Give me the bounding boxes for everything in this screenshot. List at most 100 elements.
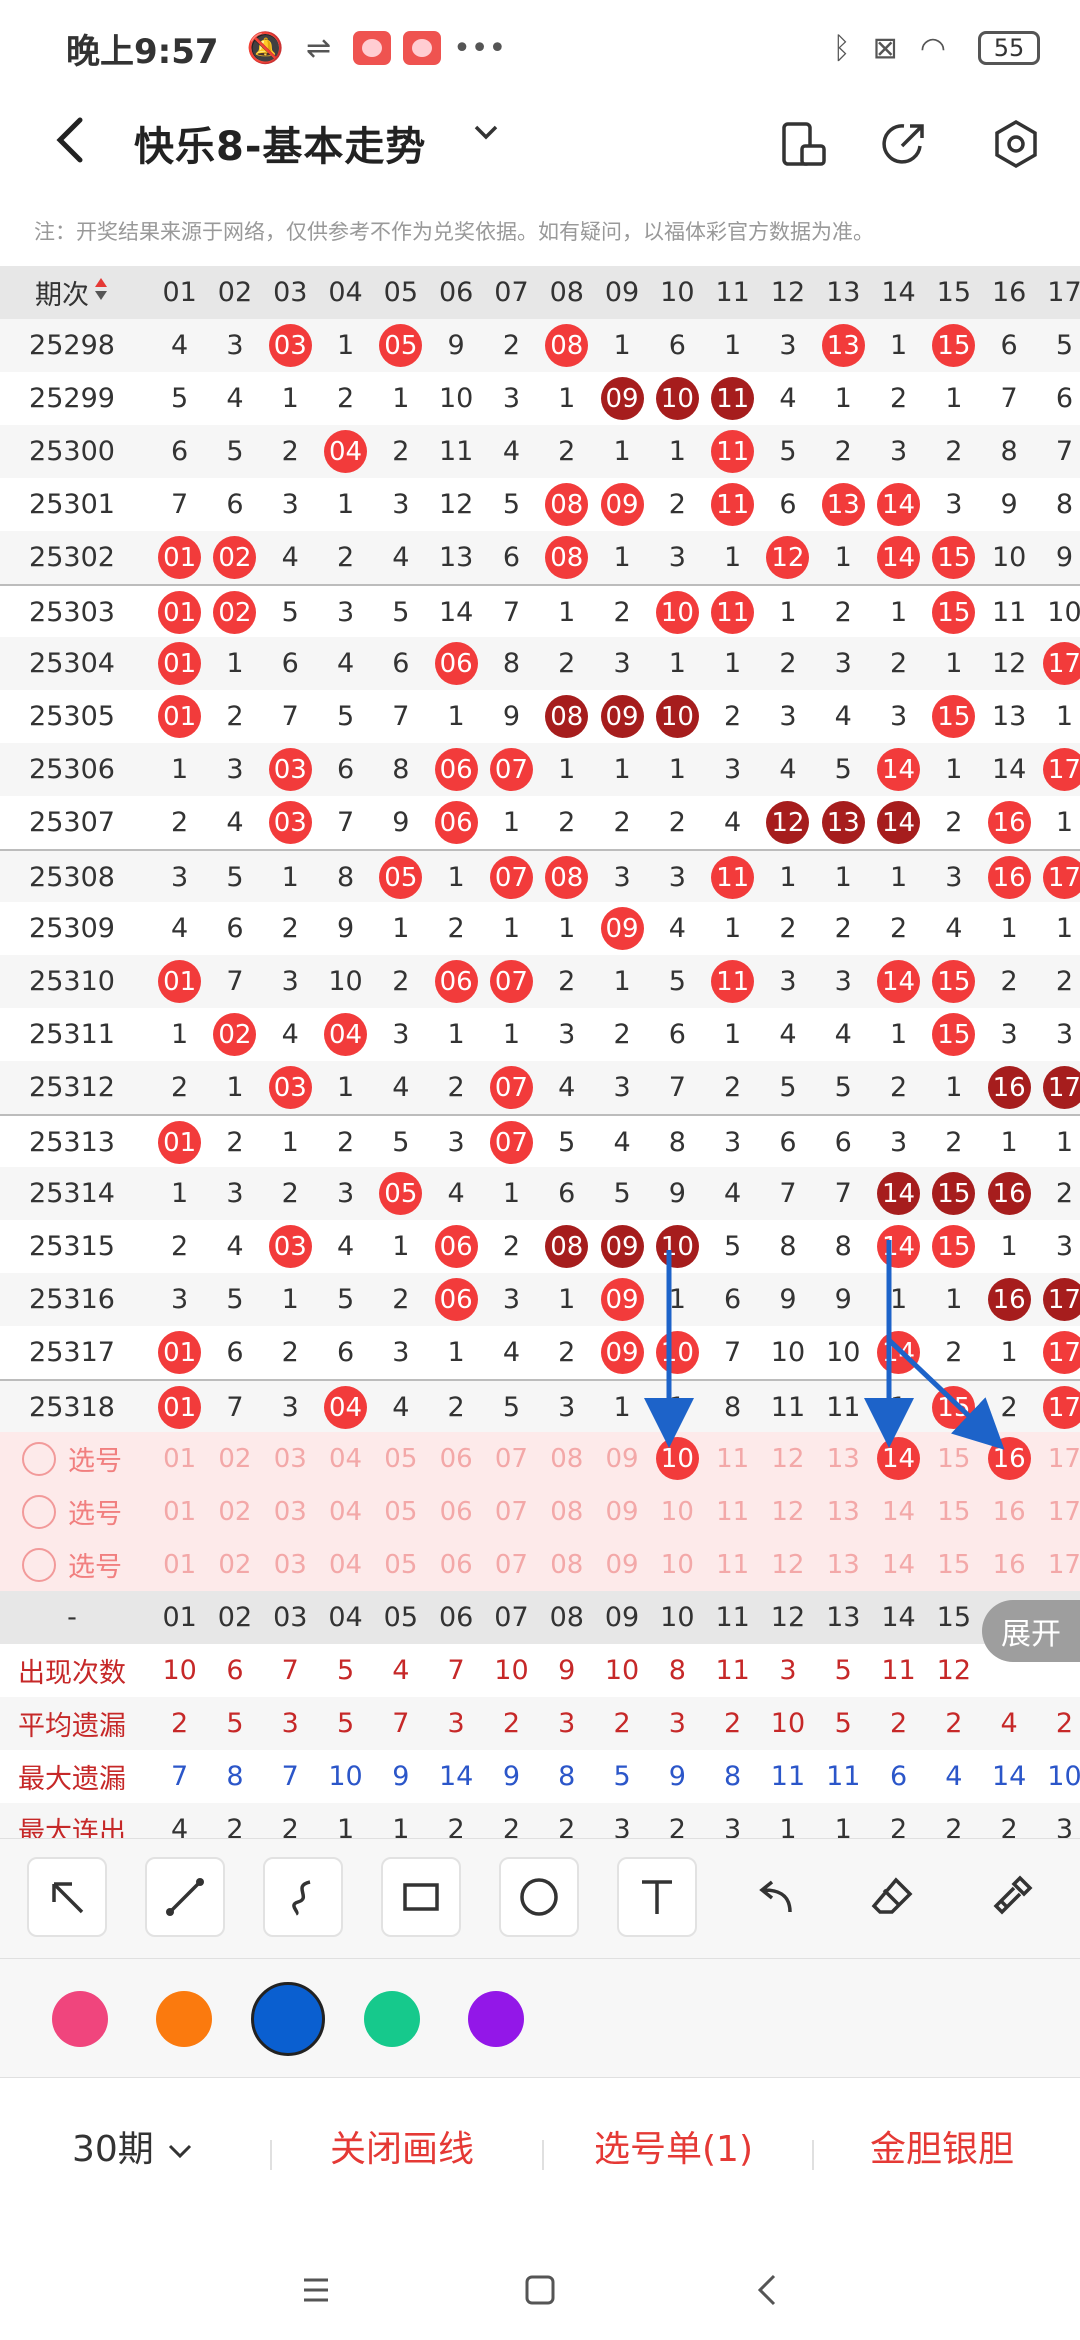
table-cell: 08 (539, 690, 594, 743)
select-number-cell[interactable]: 09 (594, 1485, 649, 1538)
select-number-cell[interactable]: 04 (318, 1538, 373, 1591)
select-number-cell[interactable]: 03 (263, 1538, 318, 1591)
radio-circle-icon[interactable] (22, 1441, 56, 1476)
line-tool-button[interactable] (145, 1857, 225, 1937)
select-number-cell[interactable]: 13 (816, 1432, 871, 1485)
color-swatch[interactable] (52, 1991, 108, 2047)
text-tool-button[interactable] (617, 1857, 697, 1937)
select-number-cell[interactable]: 07 (484, 1485, 539, 1538)
select-number-cell[interactable]: 03 (263, 1485, 318, 1538)
omission-value: 4 (834, 1019, 852, 1050)
select-number-cell[interactable]: 15 (926, 1485, 981, 1538)
undo-button[interactable] (735, 1857, 815, 1937)
select-list-button[interactable]: 选号单(1) (594, 2120, 753, 2172)
select-number-cell[interactable]: 02 (207, 1538, 262, 1591)
select-number-cell[interactable]: 07 (484, 1538, 539, 1591)
select-number-cell[interactable]: 15 (926, 1432, 981, 1485)
radio-circle-icon[interactable] (22, 1547, 56, 1582)
select-number-cell[interactable]: 13 (816, 1485, 871, 1538)
select-number-cell[interactable]: 16 (982, 1538, 1037, 1591)
arrow-tool-button[interactable] (27, 1857, 107, 1937)
select-number-cell[interactable]: 09 (594, 1538, 649, 1591)
trend-table[interactable]: 期次 01 02 03 04 05 06 07 08 09 10 11 12 13 14 15 16 17 2529… (0, 266, 1080, 1838)
select-number-cell[interactable]: 02 (207, 1432, 262, 1485)
title-dropdown-button[interactable] (470, 116, 502, 156)
table-row: 25309 4 6 2 9 1 2 1 1 09 4 1 2 2 2 4 1 1 (0, 902, 1080, 955)
select-number-cell[interactable]: 16 (982, 1432, 1037, 1485)
select-number-cell[interactable]: 17 (1037, 1538, 1080, 1591)
omission-value: 1 (945, 1072, 963, 1103)
select-number-cell[interactable]: 10 (650, 1485, 705, 1538)
select-number-cell[interactable]: 08 (539, 1432, 594, 1485)
select-number-cell[interactable]: 07 (484, 1432, 539, 1485)
select-number-cell[interactable]: 12 (760, 1538, 815, 1591)
select-row-toggle[interactable]: 选号 (0, 1538, 144, 1591)
settings-button[interactable] (988, 116, 1044, 172)
select-number-cell[interactable]: 06 (429, 1538, 484, 1591)
omission-value: 8 (1055, 489, 1074, 520)
page-title[interactable]: 快乐8-基本走势 (134, 114, 426, 172)
select-number-cell[interactable]: 09 (594, 1432, 649, 1485)
select-number-cell[interactable]: 12 (760, 1485, 815, 1538)
select-number-cell[interactable]: 03 (263, 1432, 318, 1485)
select-number-cell[interactable]: 15 (926, 1538, 981, 1591)
select-number-cell[interactable]: 04 (318, 1485, 373, 1538)
back-button[interactable] (44, 112, 100, 168)
select-number-cell[interactable]: 05 (373, 1432, 428, 1485)
circle-tool-button[interactable] (499, 1857, 579, 1937)
omission-value: 2 (558, 436, 576, 467)
color-swatch[interactable] (468, 1991, 524, 2047)
select-number-cell[interactable]: 02 (207, 1485, 262, 1538)
select-row-toggle[interactable]: 选号 (0, 1432, 144, 1485)
omission-value: 1 (447, 862, 465, 893)
select-number-cell[interactable]: 01 (152, 1538, 207, 1591)
select-number-cell[interactable]: 08 (539, 1538, 594, 1591)
home-nav-button[interactable] (520, 2270, 560, 2314)
stats-value: 4 (1000, 1708, 1018, 1739)
curve-tool-button[interactable] (263, 1857, 343, 1937)
select-number-cell[interactable]: 13 (816, 1538, 871, 1591)
menu-nav-button[interactable] (296, 2270, 336, 2314)
select-number-cell[interactable]: 01 (152, 1485, 207, 1538)
select-number-cell[interactable]: 08 (539, 1485, 594, 1538)
select-number-cell[interactable]: 10 (650, 1538, 705, 1591)
eraser-button[interactable] (853, 1857, 933, 1937)
select-number-cell[interactable]: 06 (429, 1432, 484, 1485)
expand-button[interactable]: 展开 (982, 1600, 1080, 1662)
close-draw-button[interactable]: 关闭画线 (330, 2120, 474, 2172)
select-number-cell[interactable]: 16 (982, 1485, 1037, 1538)
radio-circle-icon[interactable] (22, 1494, 56, 1529)
select-number-cell[interactable]: 11 (705, 1432, 760, 1485)
period-select-button[interactable]: 30期 (72, 2120, 195, 2172)
orientation-button[interactable] (776, 116, 832, 172)
select-number-cell[interactable]: 14 (871, 1538, 926, 1591)
color-swatch[interactable] (251, 1982, 325, 2056)
select-number-cell[interactable]: 11 (705, 1538, 760, 1591)
share-button[interactable] (876, 116, 932, 172)
select-row-toggle[interactable]: 选号 (0, 1485, 144, 1538)
select-number-cell[interactable]: 11 (705, 1485, 760, 1538)
color-swatch[interactable] (156, 1991, 212, 2047)
table-cell: 01 (152, 690, 207, 743)
select-number-cell[interactable]: 17 (1037, 1485, 1080, 1538)
omission-value: 3 (392, 489, 410, 520)
select-number-cell[interactable]: 10 (650, 1432, 705, 1485)
color-swatch[interactable] (364, 1991, 420, 2047)
select-number-cell[interactable]: 17 (1037, 1432, 1080, 1485)
select-number-cell[interactable]: 14 (871, 1432, 926, 1485)
select-number-cell[interactable]: 06 (429, 1485, 484, 1538)
table-row: 25315 2 4 03 4 1 06 2 08 09 10 5 8 8 14 15 1 3 (0, 1220, 1080, 1273)
back-nav-button[interactable] (748, 2270, 788, 2314)
select-number-cell[interactable]: 01 (152, 1432, 207, 1485)
clear-all-button[interactable] (971, 1857, 1051, 1937)
select-number-cell[interactable]: 14 (871, 1485, 926, 1538)
select-number-cell[interactable]: 12 (760, 1432, 815, 1485)
select-number-cell[interactable]: 05 (373, 1485, 428, 1538)
rect-tool-button[interactable] (381, 1857, 461, 1937)
select-number-cell[interactable]: 05 (373, 1538, 428, 1591)
period-header[interactable]: 期次 (0, 266, 144, 319)
gold-silver-button[interactable]: 金胆银胆 (870, 2120, 1014, 2172)
period-number: 25302 (29, 542, 115, 573)
select-number-cell[interactable]: 04 (318, 1432, 373, 1485)
omission-value: 3 (502, 1284, 521, 1315)
